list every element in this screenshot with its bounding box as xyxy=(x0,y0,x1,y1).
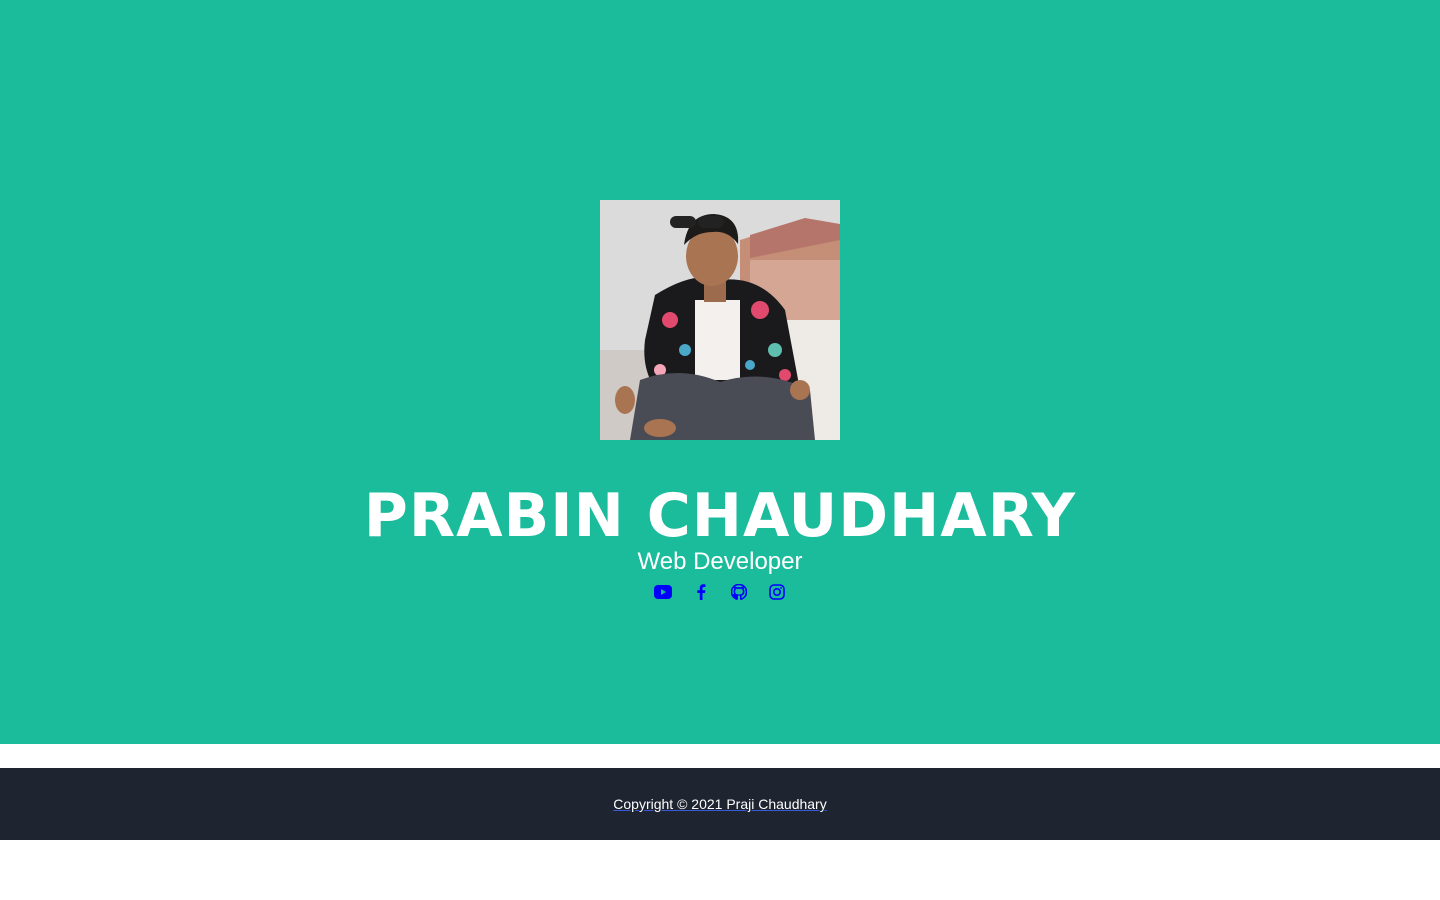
facebook-icon xyxy=(697,584,706,600)
copyright-link[interactable]: Copyright © 2021 Praji Chaudhary xyxy=(613,796,826,812)
facebook-link[interactable] xyxy=(692,583,710,601)
github-link[interactable] xyxy=(730,583,748,601)
social-links xyxy=(0,580,1440,604)
youtube-icon xyxy=(654,585,672,599)
hero-section: PRABIN CHAUDHARY Web Developer xyxy=(0,0,1440,744)
profile-name: PRABIN CHAUDHARY xyxy=(363,481,1077,551)
instagram-link[interactable] xyxy=(768,583,786,601)
github-icon xyxy=(731,584,747,600)
youtube-link[interactable] xyxy=(654,583,672,601)
copyright-text: Copyright © 2021 Praji Chaudhary xyxy=(613,796,826,812)
section-gap xyxy=(0,744,1440,768)
instagram-icon xyxy=(769,584,785,600)
profile-role: Web Developer xyxy=(637,548,803,575)
profile-photo xyxy=(600,200,840,440)
footer: Copyright © 2021 Praji Chaudhary xyxy=(0,768,1440,840)
